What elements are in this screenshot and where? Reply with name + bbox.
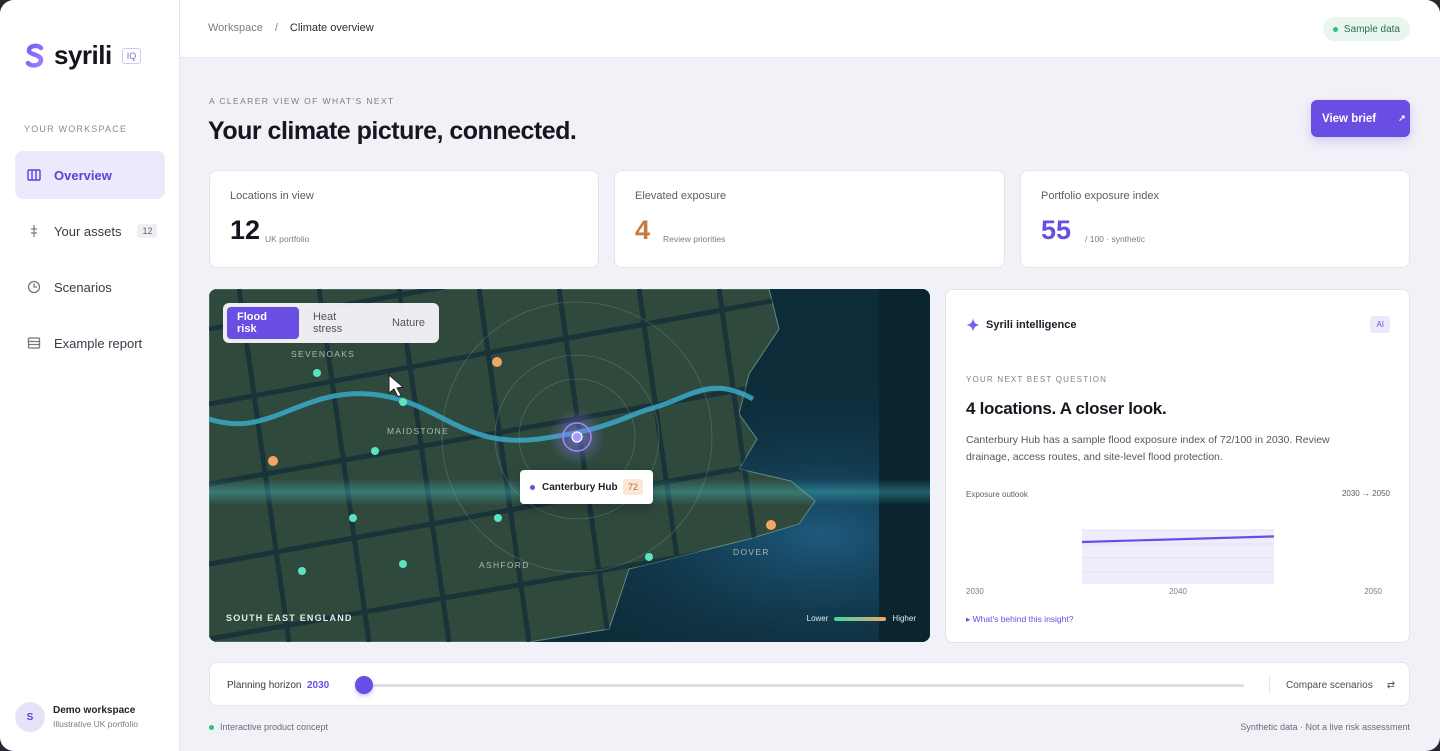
page-title: Your climate picture, connected. — [208, 117, 577, 145]
footer-note: Interactive product concept — [209, 722, 328, 732]
divider — [1269, 676, 1270, 694]
intelligence-header: Syrili intelligence — [966, 318, 1076, 332]
footer-left-text: Interactive product concept — [220, 722, 329, 732]
stat-value: 55 — [1041, 215, 1072, 245]
stat-card-locations: Locations in view 12 UK portfolio — [209, 170, 599, 268]
intelligence-panel: Syrili intelligence AI YOUR NEXT BEST QU… — [945, 289, 1410, 643]
breadcrumb-separator: / — [274, 22, 278, 34]
horizon-slider-track[interactable] — [364, 684, 1244, 687]
x-tick-label: 2030 — [966, 587, 984, 596]
sidebar-item-label: Example report — [54, 335, 143, 351]
stat-note: Review priorities — [663, 234, 726, 244]
asset-tooltip[interactable]: Canterbury Hub 72 — [520, 470, 653, 504]
asset-dot-icon — [530, 484, 535, 490]
intelligence-headline: 4 locations. A closer look. — [966, 399, 1167, 418]
planning-horizon-bar: Planning horizon 2030 Compare scenarios … — [209, 662, 1410, 706]
ai-badge: AI — [1370, 316, 1390, 333]
sidebar-item-label: Your assets — [54, 223, 122, 239]
stat-label: Locations in view — [230, 190, 314, 202]
workspace-section-label: YOUR WORKSPACE — [24, 124, 128, 134]
map-layer-tabs: Flood risk Heat stress Nature — [223, 303, 439, 343]
breadcrumb: Workspace / Climate overview — [208, 22, 374, 34]
tab-heat-stress[interactable]: Heat stress — [303, 307, 378, 339]
sidebar-item-scenarios[interactable]: Scenarios — [15, 263, 165, 311]
map-legend: Lower Higher — [807, 614, 916, 623]
workspace-profile[interactable]: S Demo workspace Illustrative UK portfol… — [15, 702, 138, 732]
logo[interactable]: syrili IQ — [24, 40, 142, 71]
footer-disclaimer: Synthetic data · Not a live risk assessm… — [1240, 722, 1410, 732]
pin-icon — [26, 223, 42, 239]
asset-name: Canterbury Hub — [542, 481, 618, 493]
legend-high-label: Higher — [892, 614, 916, 623]
assets-count-badge: 12 — [137, 224, 158, 238]
app-window: syrili IQ YOUR WORKSPACE Overview Your a… — [0, 0, 1440, 751]
intelligence-title: Syrili intelligence — [986, 319, 1077, 331]
avatar: S — [15, 702, 45, 732]
swap-icon: ⇄ — [1386, 680, 1396, 691]
town-label: ASHFORD — [479, 560, 530, 570]
intelligence-eyebrow: YOUR NEXT BEST QUESTION — [966, 375, 1108, 384]
sidebar-item-assets[interactable]: Your assets 12 — [15, 207, 165, 255]
sidebar: syrili IQ YOUR WORKSPACE Overview Your a… — [0, 0, 180, 751]
stat-note: UK portfolio — [265, 234, 310, 244]
town-label: MAIDSTONE — [387, 426, 449, 436]
sample-data-badge: Sample data — [1322, 17, 1410, 41]
status-dot-icon — [1332, 26, 1338, 32]
view-brief-button[interactable]: View brief ↗ — [1311, 100, 1410, 137]
profile-name: Demo workspace — [53, 705, 136, 716]
top-bar: Workspace / Climate overview Sample data — [180, 0, 1440, 58]
profile-subtitle: Illustrative UK portfolio — [53, 719, 139, 729]
view-brief-label: View brief — [1322, 112, 1377, 125]
tab-flood-risk[interactable]: Flood risk — [227, 307, 299, 339]
stat-card-elevated-exposure: Elevated exposure 4 Review priorities — [614, 170, 1005, 268]
status-dot-icon — [209, 724, 214, 730]
sample-data-label: Sample data — [1343, 23, 1400, 35]
sparkle-icon — [966, 318, 980, 332]
brand-badge: IQ — [121, 47, 142, 64]
town-label: SEVENOAKS — [291, 349, 355, 359]
intelligence-body: Canterbury Hub has a sample flood exposu… — [966, 434, 1330, 463]
outlook-label: Exposure outlook — [966, 490, 1028, 499]
compare-scenarios-label: Compare scenarios — [1286, 680, 1373, 691]
town-label: DOVER — [733, 547, 770, 557]
legend-gradient — [834, 616, 887, 621]
arrow-up-right-icon: ↗ — [1398, 113, 1406, 123]
planning-horizon-label: Planning horizon — [227, 680, 302, 691]
sidebar-item-overview[interactable]: Overview — [15, 151, 165, 199]
exposure-outlook-chart: 2030 2040 2050 — [966, 529, 1383, 596]
stat-label: Elevated exposure — [635, 190, 727, 202]
clock-icon — [26, 279, 42, 295]
breadcrumb-workspace[interactable]: Workspace — [208, 22, 263, 34]
sidebar-nav: Overview Your assets 12 Scenarios Exampl… — [15, 151, 165, 375]
risk-map[interactable]: SEVENOAKS MAIDSTONE ASHFORD DOVER Flood … — [209, 289, 930, 642]
stat-value: 12 — [230, 215, 261, 245]
asset-score-badge: 72 — [622, 479, 643, 495]
x-tick-label: 2040 — [1169, 587, 1187, 596]
stat-value: 4 — [635, 215, 651, 245]
horizon-slider-thumb[interactable] — [355, 676, 373, 694]
x-tick-label: 2050 — [1364, 587, 1382, 596]
document-icon — [26, 335, 42, 351]
sidebar-item-label: Overview — [54, 167, 112, 183]
insight-link[interactable]: ▸ What's behind this insight? — [966, 614, 1073, 625]
sidebar-item-label: Scenarios — [54, 279, 112, 295]
planning-horizon-year: 2030 — [307, 680, 330, 691]
legend-low-label: Lower — [806, 614, 829, 623]
map-region-label: SOUTH EAST ENGLAND — [226, 613, 353, 623]
columns-icon — [26, 167, 42, 183]
tab-nature[interactable]: Nature — [382, 307, 435, 339]
outlook-range: 2030 → 2050 — [1341, 489, 1390, 498]
compare-scenarios-button[interactable]: Compare scenarios ⇄ — [1286, 680, 1395, 691]
stat-note: / 100 · synthetic — [1085, 234, 1146, 244]
page-eyebrow: A CLEARER VIEW OF WHAT'S NEXT — [209, 96, 395, 106]
stat-label: Portfolio exposure index — [1041, 190, 1160, 202]
logo-mark-icon — [25, 43, 44, 68]
stat-card-exposure-index: Portfolio exposure index 55 / 100 · synt… — [1020, 170, 1410, 268]
brand-name: syrili — [54, 40, 112, 70]
sidebar-item-example-report[interactable]: Example report — [15, 319, 165, 367]
breadcrumb-current: Climate overview — [289, 22, 374, 34]
